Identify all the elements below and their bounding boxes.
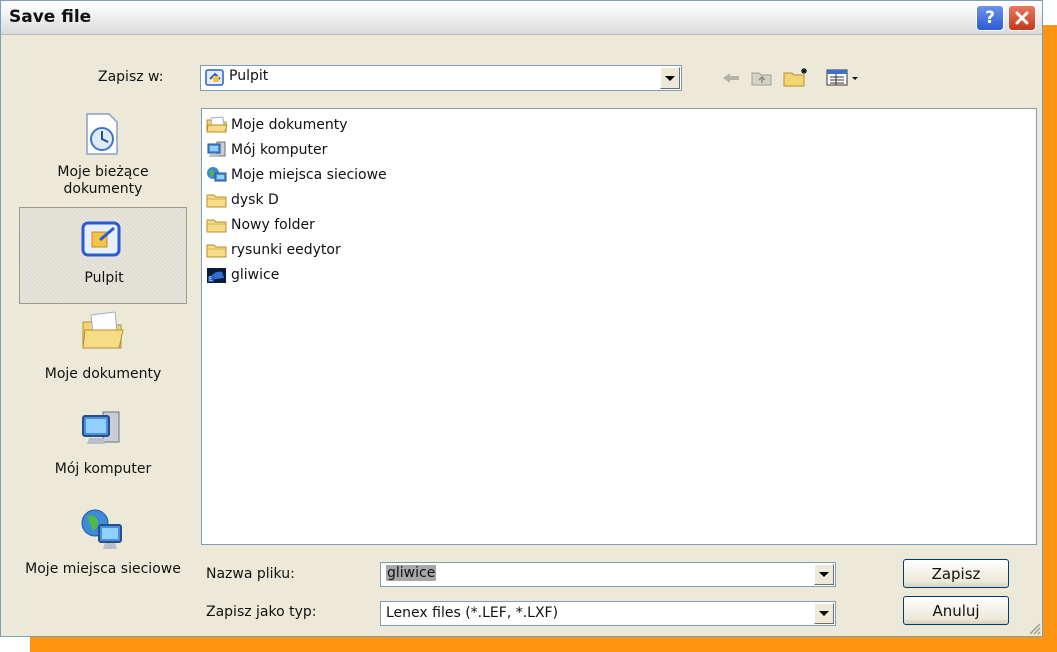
filetype-value: Lenex files (*.LEF, *.LXF)	[386, 605, 559, 621]
place-my-computer[interactable]: Mój komputer	[19, 403, 187, 498]
file-name: Nowy folder	[231, 217, 315, 233]
filename-label: Nazwa pliku:	[206, 566, 295, 582]
my-computer-icon	[207, 141, 226, 157]
save-in-value: Pulpit	[229, 68, 269, 84]
folder-icon	[206, 219, 227, 233]
place-my-documents[interactable]: Moje dokumenty	[19, 306, 187, 401]
desktop-icon	[81, 221, 121, 257]
help-button[interactable]: ?	[976, 5, 1004, 31]
dialog-title: Save file	[9, 7, 92, 27]
view-menu-icon	[826, 69, 858, 86]
new-folder-icon	[783, 68, 807, 87]
place-recent-documents[interactable]: Moje bieżące dokumenty	[19, 96, 187, 206]
network-places-icon	[81, 509, 122, 549]
place-label: Mój komputer	[54, 461, 152, 477]
folder-icon	[206, 194, 227, 208]
place-label: Moje miejsca sieciowe	[25, 561, 181, 577]
recent-documents-icon	[86, 113, 118, 155]
back-button[interactable]	[719, 67, 743, 89]
create-new-folder-button[interactable]	[781, 65, 811, 89]
up-one-level-button[interactable]	[749, 67, 775, 89]
my-documents-icon	[82, 311, 124, 349]
file-list[interactable]: Moje dokumenty Mój komputer Moje miejsca…	[201, 108, 1037, 545]
desktop-icon	[205, 69, 224, 86]
filename-value: gliwice	[386, 565, 437, 581]
chevron-down-icon	[819, 572, 829, 577]
question-mark-icon: ?	[985, 8, 995, 28]
save-in-dropdown-arrow[interactable]	[660, 67, 680, 89]
file-name: Mój komputer	[231, 142, 328, 158]
places-bar: Moje bieżące dokumenty Pulpit Moje dokum…	[19, 96, 187, 611]
chevron-down-icon	[819, 611, 829, 616]
file-name: Moje miejsca sieciowe	[231, 167, 387, 183]
close-icon	[1015, 11, 1029, 25]
close-button[interactable]	[1008, 5, 1036, 31]
view-menu-button[interactable]	[823, 65, 867, 89]
list-item[interactable]: Moje miejsca sieciowe	[206, 165, 387, 185]
list-item[interactable]: Mój komputer	[206, 140, 327, 160]
save-in-label: Zapisz w:	[98, 69, 164, 85]
chevron-down-icon	[665, 75, 675, 81]
up-folder-icon	[751, 72, 772, 86]
filetype-dropdown-arrow[interactable]	[814, 603, 834, 624]
place-label: Moje bieżące dokumenty	[57, 164, 149, 197]
svg-text:E: E	[209, 276, 213, 283]
lenex-file-icon: E	[207, 268, 226, 283]
resize-grip-icon[interactable]	[1027, 621, 1041, 635]
file-name: dysk D	[231, 192, 279, 208]
cancel-button[interactable]: Anuluj	[903, 596, 1009, 625]
list-item[interactable]: rysunki eedytor	[206, 240, 341, 260]
list-item[interactable]: Nowy folder	[206, 215, 315, 235]
place-desktop[interactable]: Pulpit	[19, 207, 187, 304]
place-label: Pulpit	[84, 270, 124, 286]
back-arrow-icon	[723, 73, 739, 83]
filetype-select[interactable]: Lenex files (*.LEF, *.LXF)	[380, 601, 836, 626]
save-file-dialog: Save file ? Zapisz w: Pulpit Moje bieżąc…	[0, 0, 1043, 637]
filename-dropdown-arrow[interactable]	[814, 564, 834, 585]
file-name: rysunki eedytor	[231, 242, 341, 258]
place-network-places[interactable]: Moje miejsca sieciowe	[19, 501, 187, 611]
title-bar[interactable]: Save file ?	[1, 1, 1042, 35]
save-in-dropdown[interactable]: Pulpit	[200, 65, 682, 91]
filetype-label: Zapisz jako typ:	[206, 604, 317, 620]
folder-icon	[206, 244, 227, 258]
network-places-icon	[207, 167, 227, 182]
my-documents-icon	[206, 116, 228, 133]
list-item[interactable]: dysk D	[206, 190, 279, 210]
list-item[interactable]: Moje dokumenty	[206, 115, 348, 135]
file-name: Moje dokumenty	[231, 117, 348, 133]
file-name: gliwice	[231, 267, 280, 283]
my-computer-icon	[82, 411, 120, 444]
list-item[interactable]: E gliwice	[206, 265, 279, 285]
place-label: Moje dokumenty	[44, 366, 162, 382]
save-button[interactable]: Zapisz	[903, 559, 1009, 588]
filename-field[interactable]: gliwice	[380, 562, 836, 587]
